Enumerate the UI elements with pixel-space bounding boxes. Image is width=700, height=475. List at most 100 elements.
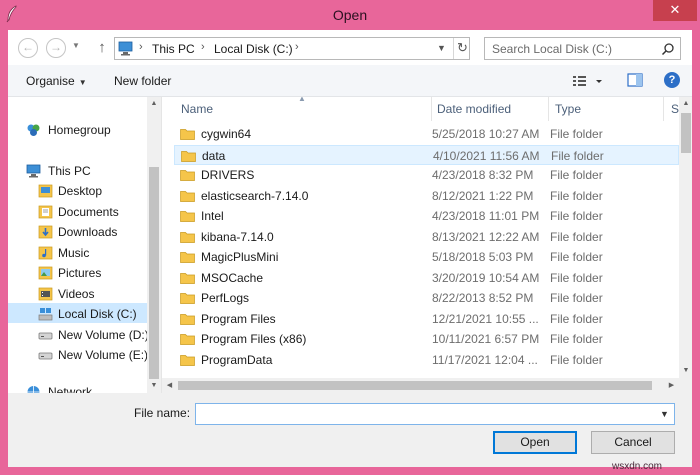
sidebar-item-pictures[interactable]: Pictures — [8, 263, 148, 283]
column-divider[interactable] — [548, 97, 549, 121]
file-type: File folder — [550, 250, 603, 264]
help-button[interactable]: ? — [664, 72, 680, 88]
pictures-folder-icon — [38, 266, 53, 280]
table-row[interactable]: elasticsearch-7.14.0 8/12/2021 1:22 PM F… — [174, 186, 679, 206]
close-icon: ✕ — [669, 2, 681, 17]
local-disk-icon — [38, 308, 53, 321]
scroll-right-arrow-icon[interactable]: ▶ — [664, 378, 679, 393]
downloads-folder-icon — [38, 225, 53, 239]
search-input[interactable] — [485, 38, 655, 59]
column-header-date-modified[interactable]: Date modified — [437, 102, 511, 116]
scroll-left-arrow-icon[interactable]: ◀ — [162, 378, 177, 393]
file-date-modified: 11/17/2021 12:04 ... — [432, 353, 538, 367]
sidebar-item-label: Desktop — [58, 184, 103, 198]
file-list-horizontal-scrollbar[interactable]: ◀ ▶ — [162, 378, 679, 393]
folder-icon — [180, 211, 195, 222]
table-row[interactable]: PerfLogs 8/22/2013 8:52 PM File folder — [174, 288, 679, 308]
sidebar-item-local-disk-c[interactable]: Local Disk (C:) — [8, 303, 148, 323]
column-header-size[interactable]: S — [671, 102, 679, 116]
forward-button[interactable]: → — [46, 38, 66, 58]
sidebar-item-music[interactable]: Music — [8, 243, 148, 263]
sidebar-item-documents[interactable]: Documents — [8, 202, 148, 222]
file-name: DRIVERS — [201, 168, 255, 182]
folder-icon — [180, 191, 195, 202]
file-date-modified: 5/25/2018 10:27 AM — [432, 127, 540, 141]
open-button[interactable]: Open — [493, 431, 577, 454]
videos-folder-icon — [38, 287, 53, 301]
scroll-down-arrow-icon[interactable]: ▼ — [147, 379, 161, 393]
chevron-down-icon[interactable]: ▼ — [660, 409, 669, 419]
file-name: MagicPlusMini — [201, 250, 279, 264]
organise-button[interactable]: Organise ▼ — [26, 74, 87, 88]
network-icon — [27, 386, 40, 393]
sidebar-item-desktop[interactable]: Desktop — [8, 181, 148, 201]
sidebar-item-network[interactable]: Network — [8, 382, 148, 393]
refresh-icon[interactable]: ↻ — [457, 40, 468, 56]
sidebar-item-videos[interactable]: Videos — [8, 284, 148, 304]
folder-icon — [180, 293, 195, 304]
column-header-type[interactable]: Type — [555, 102, 581, 116]
sidebar-item-new-volume-e[interactable]: New Volume (E:) — [8, 345, 148, 365]
file-type: File folder — [550, 230, 603, 244]
file-type: File folder — [550, 312, 603, 326]
table-row[interactable]: Intel 4/23/2018 11:01 PM File folder — [174, 206, 679, 226]
table-row[interactable]: data 4/10/2021 11:56 AM File folder — [174, 145, 679, 165]
file-name: cygwin64 — [201, 127, 252, 141]
table-row[interactable]: kibana-7.14.0 8/13/2021 12:22 AM File fo… — [174, 227, 679, 247]
close-window-button[interactable]: ✕ — [653, 0, 697, 21]
scrollbar-thumb[interactable] — [681, 113, 691, 153]
column-divider[interactable] — [663, 97, 664, 121]
file-date-modified: 4/23/2018 11:01 PM — [432, 209, 540, 223]
breadcrumb-this-pc[interactable]: This PC — [152, 42, 195, 56]
file-name: MSOCache — [201, 271, 264, 285]
recent-locations-dropdown[interactable]: ▼ — [72, 41, 80, 50]
column-divider[interactable] — [431, 97, 432, 121]
table-row[interactable]: cygwin64 5/25/2018 10:27 AM File folder — [174, 124, 679, 144]
scroll-up-arrow-icon[interactable]: ▲ — [147, 97, 161, 111]
scroll-up-arrow-icon[interactable]: ▲ — [679, 97, 692, 111]
folder-icon — [180, 314, 195, 325]
scrollbar-thumb[interactable] — [178, 381, 652, 390]
up-button[interactable]: ↑ — [92, 38, 112, 58]
sidebar-item-label: Local Disk (C:) — [58, 307, 137, 321]
sidebar-item-this-pc[interactable]: This PC — [8, 161, 148, 181]
file-list-vertical-scrollbar[interactable]: ▲ ▼ — [679, 97, 692, 378]
breadcrumb-separator[interactable]: › — [201, 41, 205, 53]
up-arrow-icon: ↑ — [98, 39, 106, 56]
column-header-name[interactable]: Name — [181, 102, 213, 116]
cancel-button[interactable]: Cancel — [591, 431, 675, 454]
address-dropdown-icon[interactable]: ▼ — [437, 43, 446, 53]
table-row[interactable]: Program Files 12/21/2021 10:55 ... File … — [174, 309, 679, 329]
file-name-input[interactable] — [196, 404, 654, 424]
search-icon[interactable] — [661, 42, 675, 56]
sidebar-item-label: New Volume (E:) — [58, 348, 149, 362]
file-type: File folder — [550, 127, 603, 141]
watermark: wsxdn.com — [612, 461, 663, 472]
sidebar-item-downloads[interactable]: Downloads — [8, 222, 148, 242]
table-row[interactable]: MSOCache 3/20/2019 10:54 AM File folder — [174, 268, 679, 288]
sidebar-item-new-volume-d[interactable]: New Volume (D:) — [8, 325, 149, 345]
preview-pane-icon[interactable] — [627, 72, 643, 88]
computer-icon — [118, 41, 133, 56]
table-row[interactable]: ProgramData 11/17/2021 12:04 ... File fo… — [174, 350, 679, 370]
scrollbar-thumb[interactable] — [149, 167, 159, 379]
scroll-down-arrow-icon[interactable]: ▼ — [679, 364, 692, 378]
address-bar[interactable]: › This PC › Local Disk (C:) › ▼ ↻ — [114, 37, 470, 60]
breadcrumb-separator[interactable]: › — [295, 41, 299, 53]
sidebar-item-label: New Volume (D:) — [58, 328, 149, 342]
table-row[interactable]: MagicPlusMini 5/18/2018 5:03 PM File fol… — [174, 247, 679, 267]
file-type: File folder — [550, 291, 603, 305]
change-view-icon[interactable] — [571, 73, 605, 90]
search-box[interactable] — [484, 37, 681, 60]
title-bar: Open ✕ — [0, 0, 700, 30]
table-row[interactable]: DRIVERS 4/23/2018 8:32 PM File folder — [174, 165, 679, 185]
breadcrumb-local-disk[interactable]: Local Disk (C:) — [214, 42, 293, 56]
breadcrumb-separator[interactable]: › — [139, 41, 143, 53]
new-folder-button[interactable]: New folder — [114, 74, 171, 88]
sidebar-item-homegroup[interactable]: Homegroup — [8, 120, 148, 140]
file-date-modified: 8/12/2021 1:22 PM — [432, 189, 534, 203]
table-row[interactable]: Program Files (x86) 10/11/2021 6:57 PM F… — [174, 329, 679, 349]
back-button[interactable]: ← — [18, 38, 38, 58]
navigation-pane-scrollbar[interactable]: ▲ ▼ — [147, 97, 161, 393]
file-name-combobox[interactable]: ▼ — [195, 403, 675, 425]
